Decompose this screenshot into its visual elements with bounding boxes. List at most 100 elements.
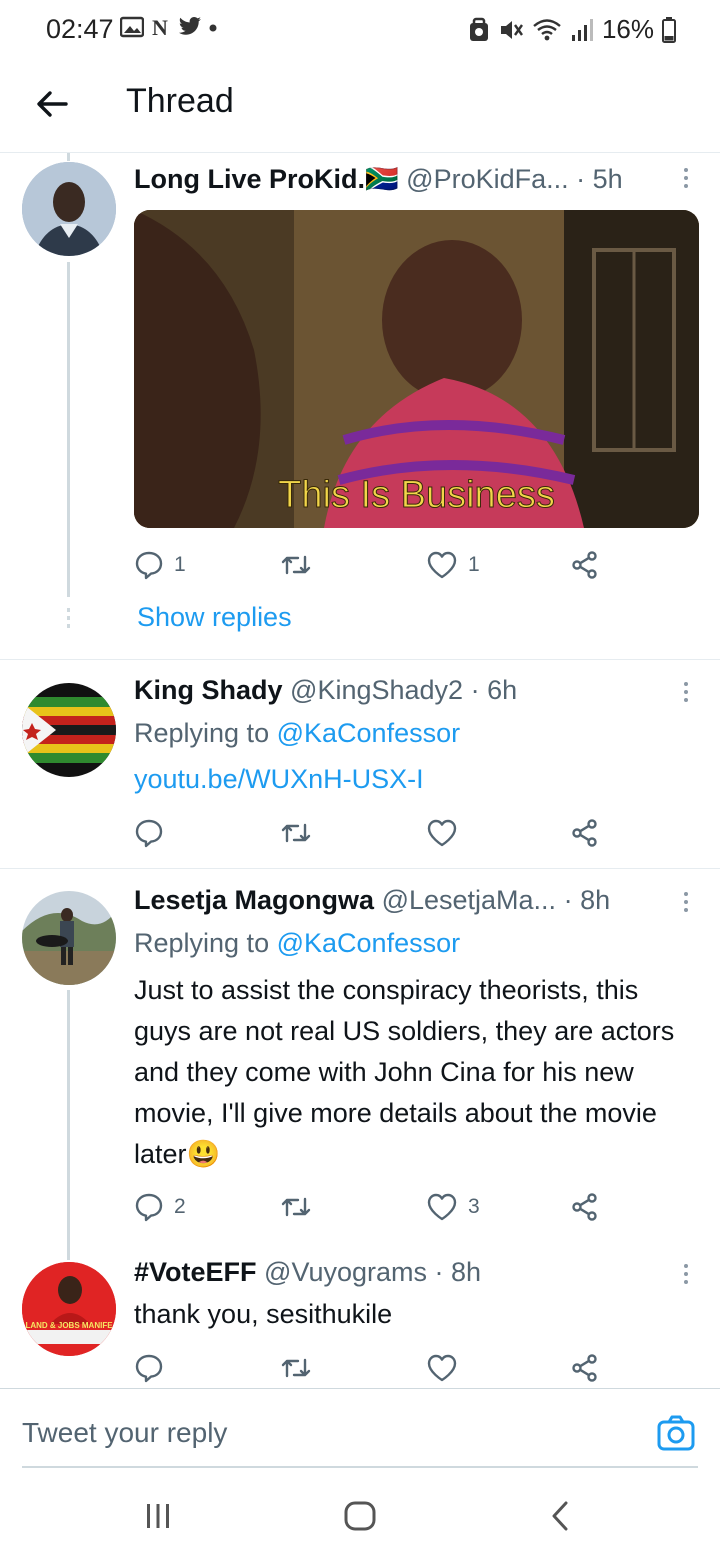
- tweet-time: · 6h: [470, 675, 518, 705]
- share-icon: [572, 1193, 597, 1221]
- reply-button[interactable]: 2: [134, 1187, 186, 1227]
- battery-percent: 16%: [601, 14, 654, 44]
- heart-icon: [427, 1193, 457, 1221]
- heart-icon: [427, 1354, 457, 1382]
- twitter-icon: [179, 17, 201, 35]
- thread-connector-dotted: [67, 608, 70, 632]
- user-handle[interactable]: @LesetjaMa...: [382, 885, 557, 915]
- replying-to: Replying to @KaConfessor: [134, 928, 460, 959]
- reply-icon: [135, 1193, 163, 1222]
- tweet-actions: 2 3: [134, 1187, 614, 1227]
- reply-button[interactable]: [134, 813, 164, 853]
- thread-connector: [67, 262, 70, 597]
- notification-icons: N: [120, 16, 218, 38]
- nyt-icon: N: [152, 16, 168, 38]
- dot-icon: [209, 24, 217, 32]
- reply-icon: [135, 819, 163, 848]
- display-name[interactable]: Long Live ProKid.: [134, 164, 365, 194]
- retweet-icon: [281, 555, 311, 575]
- battery-icon: [662, 16, 676, 43]
- tweet-media[interactable]: This Is Business: [134, 210, 699, 528]
- tweet-header: #VoteEFF @Vuyograms · 8h: [134, 1257, 481, 1288]
- share-button[interactable]: [570, 813, 600, 853]
- replying-to-label: Replying to: [134, 718, 270, 748]
- like-button[interactable]: [426, 813, 458, 853]
- tweet-text: thank you, sesithukile: [134, 1299, 393, 1329]
- reply-icon: [135, 551, 163, 580]
- app-header: Thread: [0, 60, 720, 153]
- more-options-icon[interactable]: [676, 888, 696, 918]
- thread-connector: [67, 990, 70, 1260]
- divider: [0, 659, 720, 660]
- wifi-icon: [533, 18, 561, 40]
- recycle-icon: [469, 17, 488, 41]
- display-name[interactable]: King Shady: [134, 675, 283, 705]
- show-replies-link[interactable]: Show replies: [137, 602, 292, 633]
- back-arrow-icon[interactable]: [30, 82, 74, 126]
- tweet-actions: [134, 1348, 614, 1388]
- reply-button[interactable]: [134, 1348, 164, 1388]
- display-name[interactable]: Lesetja Magongwa: [134, 885, 374, 915]
- share-button[interactable]: [570, 1187, 600, 1227]
- replying-to-handle[interactable]: @KaConfessor: [277, 928, 461, 958]
- recents-icon[interactable]: [144, 1502, 172, 1530]
- like-count: 1: [468, 553, 480, 576]
- retweet-button[interactable]: [280, 545, 312, 585]
- user-handle[interactable]: @Vuyograms: [264, 1257, 427, 1287]
- system-nav-bar: [0, 1468, 720, 1560]
- more-options-icon[interactable]: [676, 164, 696, 194]
- signal-icon: [571, 18, 593, 41]
- tweet-text: youtu.be/WUXnH-USX-I: [134, 759, 694, 800]
- avatar-image: [22, 891, 116, 985]
- heart-icon: [427, 819, 457, 847]
- share-button[interactable]: [570, 545, 600, 585]
- tweet-time: · 8h: [434, 1257, 482, 1287]
- tweet-link[interactable]: youtu.be/WUXnH-USX-I: [134, 764, 424, 794]
- reply-count: 1: [174, 553, 186, 576]
- avatar[interactable]: [22, 891, 116, 985]
- share-icon: [572, 551, 597, 579]
- retweet-icon: [281, 823, 311, 843]
- share-icon: [572, 1354, 597, 1382]
- like-button[interactable]: 1: [426, 545, 480, 585]
- more-options-icon[interactable]: [676, 678, 696, 708]
- media-caption: This Is Business: [278, 474, 556, 517]
- retweet-icon: [281, 1358, 311, 1378]
- retweet-button[interactable]: [280, 1348, 312, 1388]
- like-button[interactable]: 3: [426, 1187, 480, 1227]
- back-icon[interactable]: [548, 1500, 572, 1532]
- like-count: 3: [468, 1195, 480, 1218]
- tweet-header: Lesetja Magongwa @LesetjaMa... · 8h: [134, 885, 610, 916]
- replying-to-label: Replying to: [134, 928, 270, 958]
- divider: [0, 868, 720, 869]
- avatar[interactable]: [22, 162, 116, 256]
- reply-input[interactable]: Tweet your reply: [22, 1417, 227, 1449]
- avatar[interactable]: [22, 683, 116, 777]
- avatar[interactable]: LAND & JOBS MANIFE: [22, 1262, 116, 1356]
- reply-icon: [135, 1354, 163, 1383]
- retweet-button[interactable]: [280, 813, 312, 853]
- flag-emoji: 🇿🇦: [365, 164, 399, 194]
- share-button[interactable]: [570, 1348, 600, 1388]
- avatar-image: [22, 1262, 116, 1356]
- gallery-icon: [120, 16, 144, 38]
- user-handle[interactable]: @ProKidFa...: [406, 164, 568, 194]
- thread-connector: [67, 153, 70, 161]
- more-options-icon[interactable]: [676, 1260, 696, 1290]
- tweet-header: King Shady @KingShady2 · 6h: [134, 675, 517, 706]
- share-icon: [572, 819, 597, 847]
- user-handle[interactable]: @KingShady2: [290, 675, 463, 705]
- avatar-image: [22, 683, 116, 777]
- tweet-time: · 8h: [563, 885, 611, 915]
- tweet-actions: 1 1: [134, 545, 614, 585]
- tweet-time: · 5h: [576, 164, 623, 194]
- home-icon[interactable]: [343, 1500, 377, 1532]
- reply-button[interactable]: 1: [134, 545, 186, 585]
- replying-to-handle[interactable]: @KaConfessor: [277, 718, 461, 748]
- like-button[interactable]: [426, 1348, 458, 1388]
- display-name[interactable]: #VoteEFF: [134, 1257, 257, 1287]
- retweet-button[interactable]: [280, 1187, 312, 1227]
- svg-text:N: N: [152, 16, 168, 38]
- camera-icon[interactable]: [656, 1413, 696, 1453]
- avatar-image: [22, 162, 116, 256]
